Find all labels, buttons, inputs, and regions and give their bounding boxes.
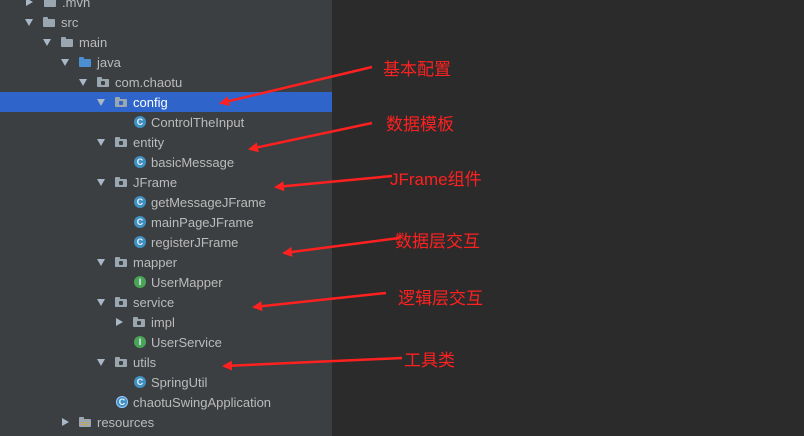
annotation-arrow	[222, 356, 403, 371]
annotation-label: 基本配置	[383, 60, 451, 79]
annotation-arrow	[248, 121, 373, 153]
annotation-arrow	[282, 236, 400, 257]
annotation-arrow	[274, 174, 393, 192]
annotation-label: 逻辑层交互	[398, 289, 483, 308]
annotation-label: 工具类	[404, 351, 455, 370]
annotation-arrow	[252, 291, 387, 312]
annotation-label: JFrame组件	[390, 170, 482, 189]
annotation-label: 数据层交互	[395, 232, 480, 251]
annotation-label: 数据模板	[386, 115, 454, 134]
annotation-arrow	[219, 65, 373, 107]
